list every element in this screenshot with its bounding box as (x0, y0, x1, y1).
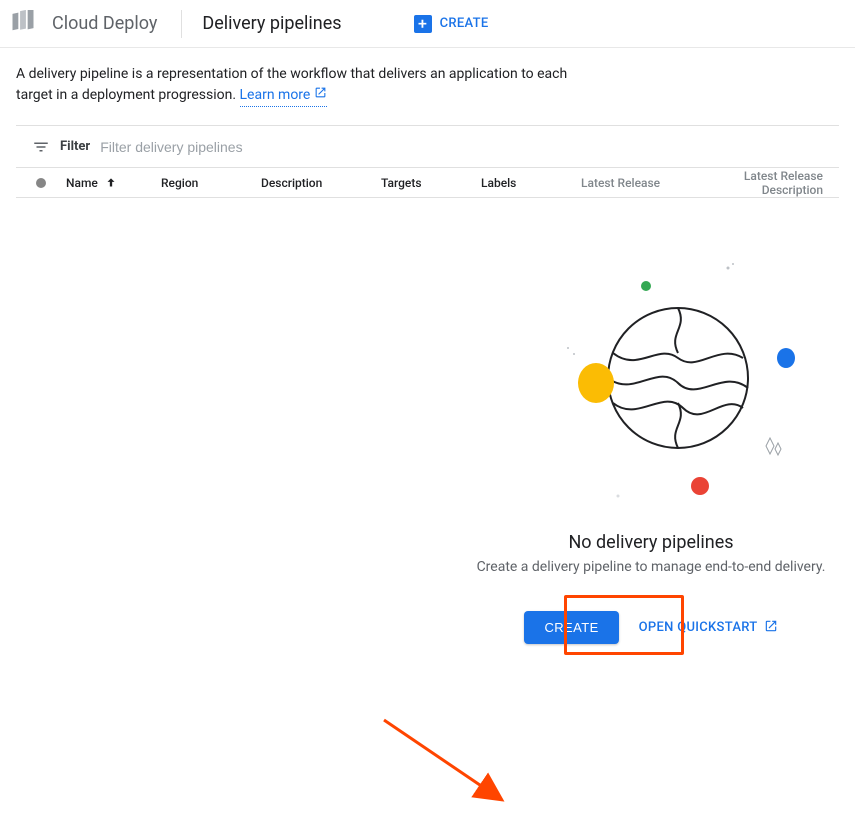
col-name-label: Name (66, 176, 98, 190)
empty-state-illustration (528, 258, 808, 498)
annotation-arrow (374, 712, 524, 822)
col-labels[interactable]: Labels (481, 176, 581, 190)
open-quickstart-label: OPEN QUICKSTART (639, 620, 758, 635)
filter-icon[interactable] (32, 138, 50, 156)
learn-more-label: Learn more (240, 85, 311, 106)
empty-state-subtitle: Create a delivery pipeline to manage end… (416, 559, 855, 575)
filter-bar: Filter (16, 126, 839, 168)
external-link-icon (764, 619, 778, 637)
page-header: Cloud Deploy Delivery pipelines + CREATE (0, 0, 855, 48)
col-latest-release[interactable]: Latest Release (581, 176, 691, 190)
table-header-row: Name Region Description Targets Labels L… (16, 168, 839, 198)
col-name[interactable]: Name (66, 176, 161, 190)
header-divider (181, 10, 182, 38)
create-button[interactable]: CREATE (524, 611, 618, 644)
create-button-top[interactable]: + CREATE (414, 15, 489, 33)
empty-state-actions: CREATE OPEN QUICKSTART (416, 611, 855, 644)
product-icon (8, 9, 38, 39)
open-quickstart-link[interactable]: OPEN QUICKSTART (639, 619, 778, 637)
col-latest-release-desc[interactable]: Latest Release Description (691, 169, 823, 197)
col-description[interactable]: Description (261, 176, 381, 190)
learn-more-link[interactable]: Learn more (240, 85, 328, 107)
content-area: A delivery pipeline is a representation … (0, 48, 855, 684)
col-region[interactable]: Region (161, 176, 261, 190)
plus-icon: + (414, 15, 432, 33)
create-button-top-label: CREATE (440, 16, 489, 31)
page-title: Delivery pipelines (202, 13, 341, 34)
filter-label: Filter (60, 139, 90, 154)
external-link-icon (314, 85, 327, 106)
empty-state-title: No delivery pipelines (416, 532, 855, 553)
col-targets[interactable]: Targets (381, 176, 481, 190)
sort-ascending-icon (104, 176, 118, 190)
empty-state: No delivery pipelines Create a delivery … (16, 198, 839, 684)
product-title: Cloud Deploy (52, 13, 181, 34)
pipelines-table: Filter Name Region Description Targets L… (16, 125, 839, 684)
filter-input[interactable] (100, 139, 823, 155)
intro-text: A delivery pipeline is a representation … (16, 64, 576, 107)
status-indicator-header (36, 178, 46, 188)
